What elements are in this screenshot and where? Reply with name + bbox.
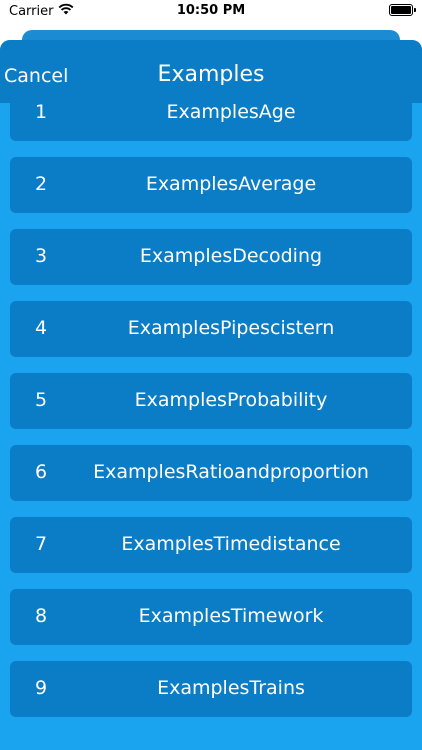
list-item[interactable]: 7 ExamplesTimedistance	[10, 517, 412, 573]
item-number: 7	[35, 533, 48, 555]
item-label: ExamplesPipescistern	[127, 317, 335, 339]
item-label: ExamplesAge	[166, 101, 296, 123]
item-label: ExamplesProbability	[134, 389, 328, 411]
list-item[interactable]: 8 ExamplesTimework	[10, 589, 412, 645]
list-item[interactable]: 3 ExamplesDecoding	[10, 229, 412, 285]
item-number: 6	[35, 461, 48, 483]
list-item[interactable]: 1 ExamplesAge	[10, 85, 412, 141]
item-number: 5	[35, 389, 48, 411]
status-time: 10:50 PM	[176, 3, 246, 18]
page-title: Examples	[157, 62, 265, 87]
item-label: ExamplesDecoding	[139, 245, 323, 267]
status-bar: Carrier 10:50 PM	[0, 0, 422, 24]
list-item[interactable]: 9 ExamplesTrains	[10, 661, 412, 717]
item-number: 3	[35, 245, 48, 267]
list-item[interactable]: 4 ExamplesPipescistern	[10, 301, 412, 357]
list-item[interactable]: 6 ExamplesRatioandproportion	[10, 445, 412, 501]
item-number: 1	[35, 101, 48, 123]
item-label: ExamplesAverage	[145, 173, 317, 195]
item-label: ExamplesTrains	[157, 677, 305, 699]
item-number: 2	[35, 173, 48, 195]
list-item[interactable]: 2 ExamplesAverage	[10, 157, 412, 213]
item-label: ExamplesTimework	[138, 605, 324, 627]
item-label: ExamplesTimedistance	[121, 533, 341, 555]
item-number: 8	[35, 605, 48, 627]
item-label: ExamplesRatioandproportion	[93, 461, 369, 483]
item-number: 9	[35, 677, 48, 699]
list-item[interactable]: 5 ExamplesProbability	[10, 373, 412, 429]
item-number: 4	[35, 317, 48, 339]
screen: Carrier 10:50 PM Cancel Examples 1 Examp…	[0, 0, 422, 750]
battery-icon	[389, 4, 416, 16]
